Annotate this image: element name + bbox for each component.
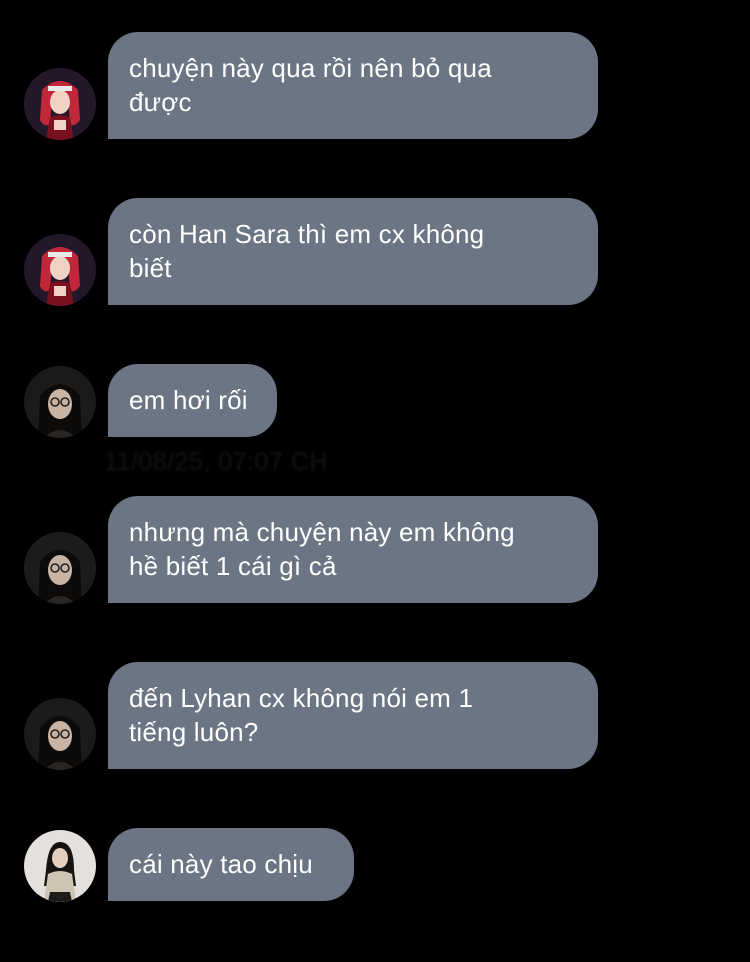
avatar-glasses-icon [24, 532, 96, 604]
avatar-glasses[interactable] [24, 532, 96, 604]
message-bubble[interactable]: chuyện này qua rồi nên bỏ qua được [108, 32, 598, 139]
avatar-glasses-icon [24, 366, 96, 438]
avatar-red-hair-icon [24, 68, 96, 140]
message-timestamp: 11/08/25, 07:07 CH [104, 448, 328, 476]
message-bubble[interactable]: còn Han Sara thì em cx không biết [108, 198, 598, 305]
avatar-glasses-icon [24, 698, 96, 770]
message-bubble[interactable]: em hơi rối [108, 364, 277, 437]
message-bubble[interactable]: cái này tao chịu [108, 828, 354, 901]
avatar-red-hair[interactable] [24, 68, 96, 140]
avatar-glasses[interactable] [24, 698, 96, 770]
avatar-red-hair[interactable] [24, 234, 96, 306]
avatar-red-hair-icon [24, 234, 96, 306]
avatar-light-top-icon [24, 830, 96, 902]
message-bubble[interactable]: đến Lyhan cx không nói em 1 tiếng luôn? [108, 662, 598, 769]
message-bubble[interactable]: nhưng mà chuyện này em không hề biết 1 c… [108, 496, 598, 603]
avatar-glasses[interactable] [24, 366, 96, 438]
avatar-light-top[interactable] [24, 830, 96, 902]
